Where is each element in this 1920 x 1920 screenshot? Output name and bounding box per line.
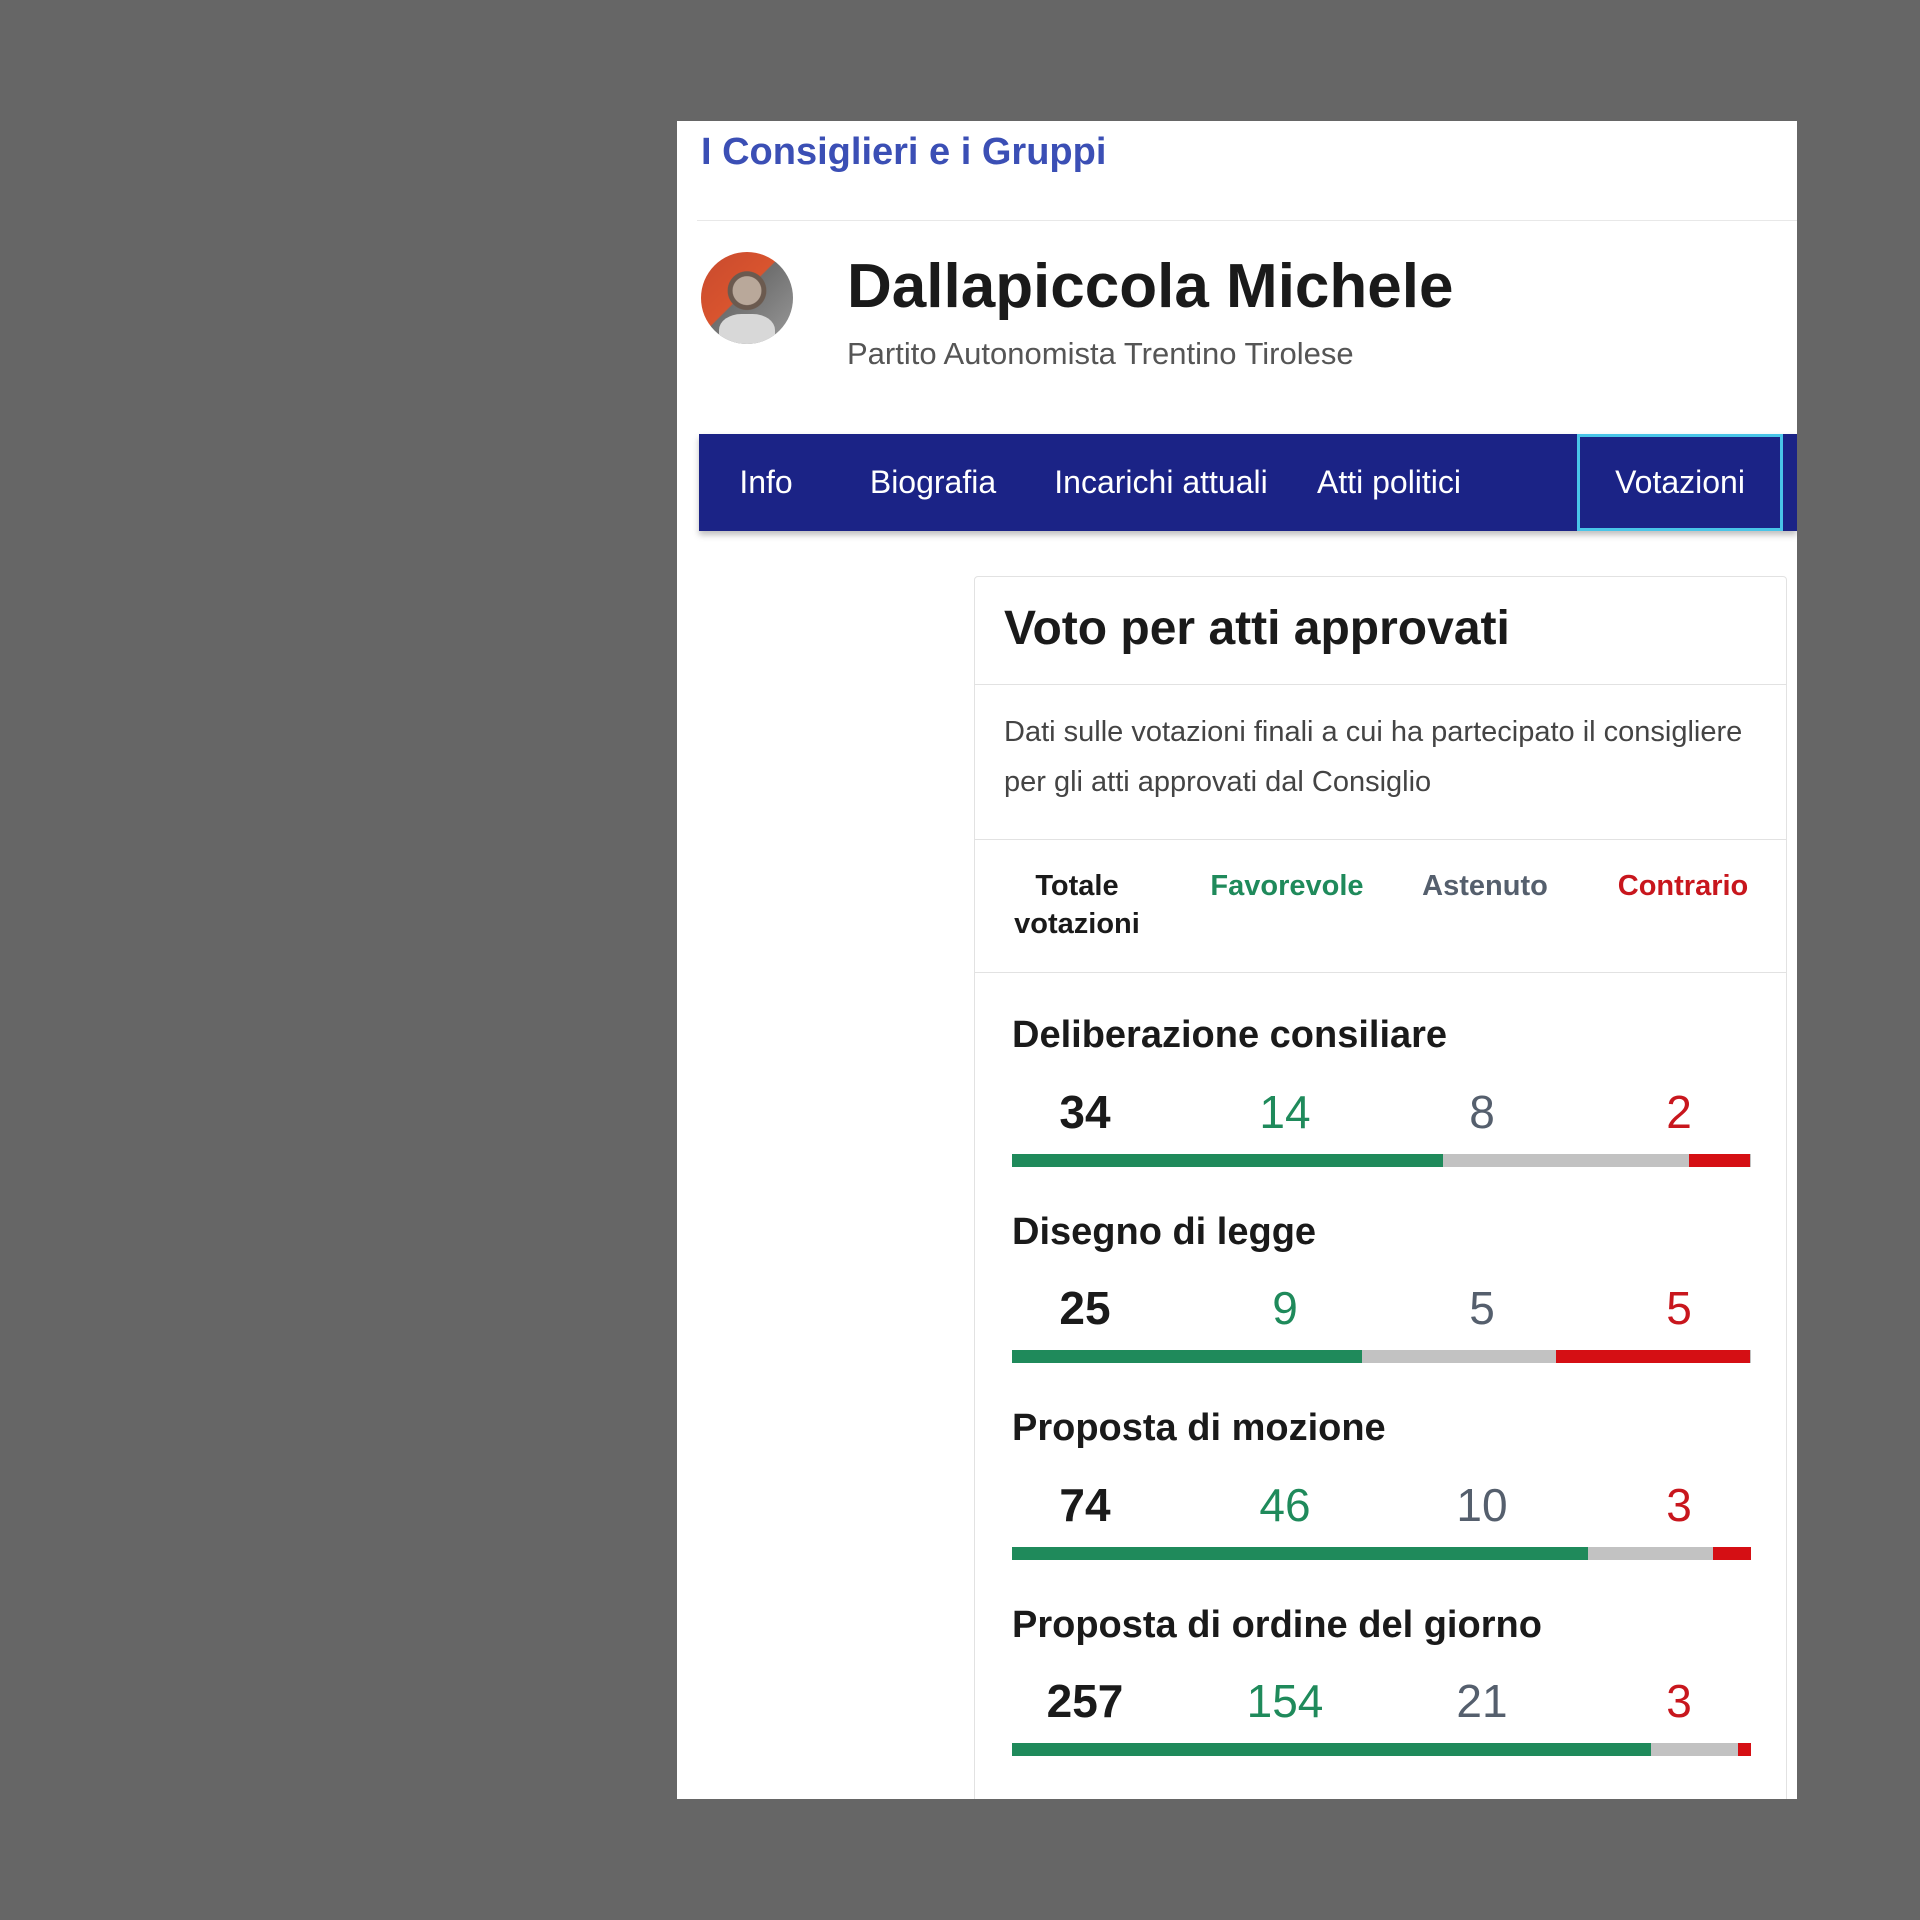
bar-favorevole bbox=[1012, 1154, 1443, 1167]
tab-votazioni[interactable]: Votazioni bbox=[1577, 434, 1783, 531]
total-count: 257 bbox=[1046, 1675, 1124, 1727]
profile-name: Dallapiccola Michele bbox=[847, 252, 1454, 321]
bar-favorevole bbox=[1012, 1350, 1362, 1363]
tab-bar: Info Biografia Incarichi attuali Atti po… bbox=[699, 434, 1797, 531]
divider bbox=[975, 972, 1786, 973]
votes-card: Voto per atti approvati Dati sulle votaz… bbox=[974, 576, 1787, 1799]
favorevole-count: 154 bbox=[1246, 1675, 1324, 1727]
vote-bar bbox=[1012, 1743, 1751, 1756]
bar-contrario bbox=[1689, 1154, 1750, 1167]
main-panel: I Consiglieri e i Gruppi Dallapiccola Mi… bbox=[677, 121, 1797, 1799]
astenuto-count: 5 bbox=[1469, 1282, 1495, 1334]
bar-astenuto bbox=[1443, 1154, 1689, 1167]
category-title: Proposta di ordine del giorno bbox=[1012, 1604, 1542, 1646]
divider bbox=[697, 220, 1797, 221]
bar-contrario bbox=[1556, 1350, 1750, 1363]
bar-contrario bbox=[1713, 1547, 1751, 1560]
bar-favorevole bbox=[1012, 1547, 1588, 1560]
avatar bbox=[701, 252, 793, 344]
astenuto-count: 10 bbox=[1456, 1479, 1508, 1531]
bar-favorevole bbox=[1012, 1743, 1651, 1756]
astenuto-count: 8 bbox=[1469, 1086, 1495, 1138]
category-title: Proposta di mozione bbox=[1012, 1407, 1386, 1449]
astenuto-count: 21 bbox=[1456, 1675, 1508, 1727]
total-count: 25 bbox=[1059, 1282, 1111, 1334]
header-contrario: Contrario bbox=[1617, 870, 1749, 902]
vote-bar bbox=[1012, 1547, 1751, 1560]
vote-bar bbox=[1012, 1154, 1751, 1167]
favorevole-count: 46 bbox=[1259, 1479, 1311, 1531]
avatar-shirt bbox=[719, 314, 775, 344]
section-link[interactable]: I Consiglieri e i Gruppi bbox=[701, 131, 1106, 174]
tab-atti-politici[interactable]: Atti politici bbox=[1289, 434, 1489, 531]
tab-incarichi-attuali[interactable]: Incarichi attuali bbox=[1033, 434, 1289, 531]
category-title: Disegno di legge bbox=[1012, 1211, 1317, 1253]
card-description: Dati sulle votazioni finali a cui ha par… bbox=[1004, 716, 1743, 798]
tab-info[interactable]: Info bbox=[699, 434, 833, 531]
header-favorevole: Favorevole bbox=[1210, 870, 1364, 902]
contrario-count: 3 bbox=[1666, 1675, 1692, 1727]
bar-astenuto bbox=[1362, 1350, 1556, 1363]
total-count: 34 bbox=[1059, 1086, 1111, 1138]
card-title: Voto per atti approvati bbox=[1004, 602, 1510, 655]
divider bbox=[975, 684, 1786, 685]
total-count: 74 bbox=[1059, 1479, 1111, 1531]
profile-party: Partito Autonomista Trentino Tirolese bbox=[847, 336, 1354, 371]
vote-bar bbox=[1012, 1350, 1751, 1363]
bar-contrario bbox=[1738, 1743, 1751, 1756]
category-title: Deliberazione consiliare bbox=[1012, 1014, 1448, 1056]
divider bbox=[975, 839, 1786, 840]
favorevole-count: 14 bbox=[1259, 1086, 1311, 1138]
favorevole-count: 9 bbox=[1272, 1282, 1298, 1334]
tab-biografia[interactable]: Biografia bbox=[833, 434, 1033, 531]
bar-astenuto bbox=[1588, 1547, 1713, 1560]
header-total: Totale votazioni bbox=[1014, 870, 1140, 940]
contrario-count: 3 bbox=[1666, 1479, 1692, 1531]
contrario-count: 5 bbox=[1666, 1282, 1692, 1334]
header-astenuto: Astenuto bbox=[1422, 870, 1548, 902]
bar-astenuto bbox=[1651, 1743, 1738, 1756]
contrario-count: 2 bbox=[1666, 1086, 1692, 1138]
